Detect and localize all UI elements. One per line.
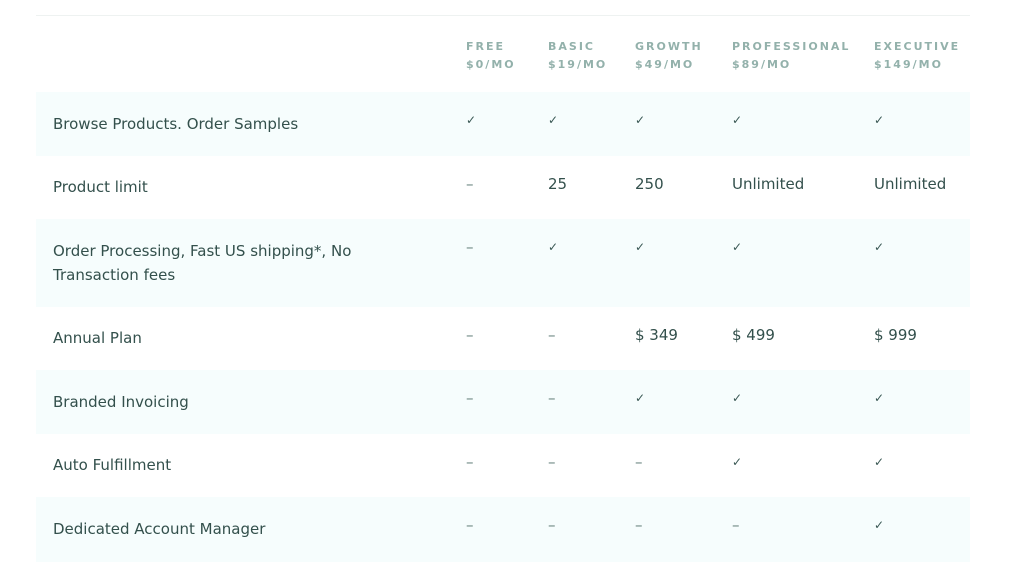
column-name: FREE — [466, 40, 506, 53]
table-row: Annual Plan – – $ 349 $ 499 $ 999 — [36, 307, 970, 370]
value-cell: $ 999 — [874, 326, 917, 344]
value-cell: ✓ — [732, 455, 743, 469]
table-row: Auto Fulfillment – – – ✓ ✓ — [36, 434, 970, 497]
value-cell: – — [548, 326, 556, 344]
value-cell: – — [548, 516, 556, 534]
value-cell: ✓ — [874, 113, 885, 127]
column-price: $149/MO — [874, 58, 943, 71]
feature-label: Branded Invoicing — [53, 393, 189, 411]
table-row: Order Processing, Fast US shipping*, No … — [36, 219, 970, 307]
value-cell: 250 — [635, 175, 664, 193]
table-top-divider — [36, 15, 970, 16]
value-cell: – — [732, 516, 740, 534]
column-header-growth: GROWTH $49/MO — [635, 38, 703, 74]
value-cell: – — [466, 389, 474, 407]
pricing-table: FREE $0/MO BASIC $19/MO GROWTH $49/MO PR… — [36, 0, 970, 575]
column-header-executive: EXECUTIVE $149/MO — [874, 38, 960, 74]
table-row: Product limit – 25 250 Unlimited Unlimit… — [36, 156, 970, 219]
column-name: PROFESSIONAL — [732, 40, 851, 53]
value-cell: – — [466, 238, 474, 256]
feature-label: Dedicated Account Manager — [53, 520, 266, 538]
value-cell: ✓ — [732, 240, 743, 254]
value-cell: – — [466, 516, 474, 534]
value-cell: 25 — [548, 175, 568, 193]
value-cell: ✓ — [874, 455, 885, 469]
value-cell: $ 349 — [635, 326, 678, 344]
table-row: Dedicated Account Manager – – – – ✓ — [36, 497, 970, 562]
value-cell: ✓ — [635, 113, 646, 127]
value-cell: ✓ — [732, 391, 743, 405]
column-name: GROWTH — [635, 40, 703, 53]
feature-label: Browse Products. Order Samples — [53, 115, 299, 133]
column-price: $19/MO — [548, 58, 608, 71]
value-cell: ✓ — [635, 391, 646, 405]
value-cell: ✓ — [732, 113, 743, 127]
value-cell: – — [635, 516, 643, 534]
value-cell: – — [635, 453, 643, 471]
value-cell: ✓ — [874, 391, 885, 405]
column-header-free: FREE $0/MO — [466, 38, 516, 74]
value-cell: ✓ — [548, 113, 559, 127]
value-cell: – — [548, 389, 556, 407]
value-cell: – — [466, 326, 474, 344]
feature-label: Product limit — [53, 178, 148, 196]
column-price: $89/MO — [732, 58, 792, 71]
feature-label: Order Processing, Fast US shipping*, No … — [53, 242, 352, 284]
value-cell: ✓ — [874, 240, 885, 254]
value-cell: $ 499 — [732, 326, 775, 344]
value-cell: Unlimited — [874, 175, 947, 193]
value-cell: ✓ — [466, 113, 477, 127]
value-cell: ✓ — [635, 240, 646, 254]
value-cell: – — [548, 453, 556, 471]
value-cell: – — [466, 453, 474, 471]
column-price: $0/MO — [466, 58, 516, 71]
column-header-basic: BASIC $19/MO — [548, 38, 607, 74]
table-row: Branded Invoicing – – ✓ ✓ ✓ — [36, 370, 970, 434]
value-cell: ✓ — [548, 240, 559, 254]
value-cell: Unlimited — [732, 175, 805, 193]
column-name: EXECUTIVE — [874, 40, 961, 53]
column-header-professional: PROFESSIONAL $89/MO — [732, 38, 850, 74]
column-price: $49/MO — [635, 58, 695, 71]
value-cell: – — [466, 175, 474, 193]
column-name: BASIC — [548, 40, 595, 53]
table-row: Browse Products. Order Samples ✓ ✓ ✓ ✓ ✓ — [36, 92, 970, 156]
feature-label: Auto Fulfillment — [53, 456, 172, 474]
value-cell: ✓ — [874, 518, 885, 532]
feature-label: Annual Plan — [53, 329, 142, 347]
